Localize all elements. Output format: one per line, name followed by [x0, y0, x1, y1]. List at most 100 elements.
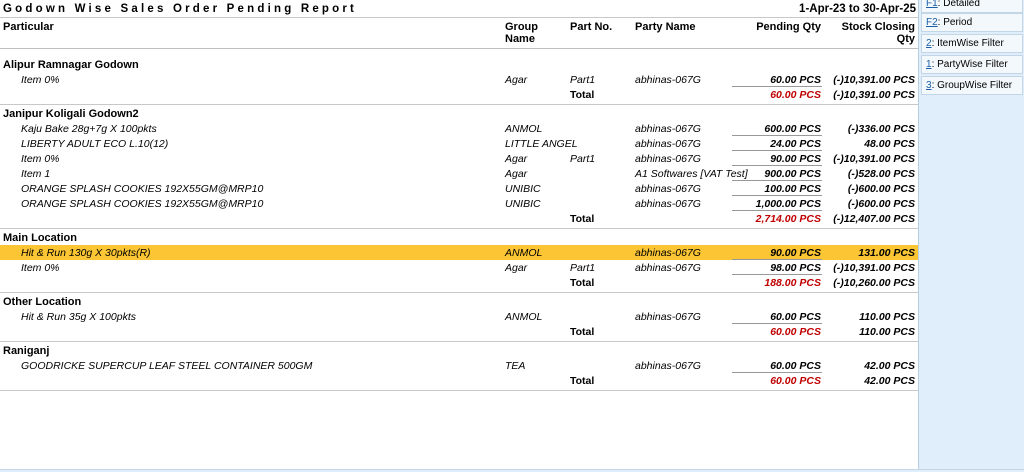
- total-label: Total: [570, 213, 595, 225]
- stock-closing-qty: (-)600.00 PCS: [847, 198, 915, 210]
- table-row[interactable]: GOODRICKE SUPERCUP LEAF STEEL CONTAINER …: [0, 358, 918, 373]
- column-header-stock-line1: Stock Closing: [841, 21, 915, 33]
- table-row[interactable]: Hit & Run 35g X 100pkts ANMOL abhinas-067G…: [0, 309, 918, 324]
- report-title-bar: Godown Wise Sales Order Pending Report 1…: [0, 0, 918, 18]
- pending-qty: 24.00 PCS: [770, 138, 821, 150]
- total-stock-closing-qty: 42.00 PCS: [864, 375, 915, 387]
- total-pending-qty: 60.00 PCS: [770, 326, 821, 338]
- total-pending-qty: 60.00 PCS: [770, 89, 821, 101]
- side-button-groupwisefilter[interactable]: 3: GroupWise Filter: [921, 76, 1023, 95]
- column-header-party-name: Party Name: [635, 21, 696, 33]
- table-row[interactable]: Item 0% Agar Part1 abhinas-067G 90.00 PCS (-)…: [0, 151, 918, 166]
- godown-name: Raniganj: [3, 345, 50, 357]
- button-label: : GroupWise Filter: [931, 80, 1013, 91]
- column-header-stock-closing: Stock Closing Qty: [842, 21, 915, 45]
- part-number: Part1: [570, 262, 596, 274]
- total-pending-qty: 2,714.00 PCS: [755, 213, 821, 225]
- group-name: Agar: [505, 168, 528, 180]
- party-name: abhinas-067G: [635, 153, 701, 165]
- group-name: TEA: [505, 360, 526, 372]
- stock-closing-qty: (-)528.00 PCS: [847, 168, 915, 180]
- column-header-particular: Particular: [3, 21, 54, 33]
- party-name: abhinas-067G: [635, 198, 701, 210]
- column-header-part-no: Part No.: [570, 21, 613, 33]
- button-panel: F1: Detailed F2: Period 2: ItemWise Filter…: [918, 0, 1024, 472]
- item-name: Kaju Bake 28g+7g X 100pkts: [21, 123, 157, 135]
- item-name: Item 0%: [21, 153, 60, 165]
- report-title: Godown Wise Sales Order Pending Report: [3, 3, 358, 15]
- pending-qty: 60.00 PCS: [770, 360, 821, 372]
- pending-qty: 900.00 PCS: [764, 168, 821, 180]
- group-name: UNIBIC: [505, 198, 541, 210]
- godown-name: Other Location: [3, 296, 82, 308]
- party-name: abhinas-067G: [635, 247, 701, 259]
- total-row: Total 60.00 PCS 110.00 PCS: [0, 324, 918, 339]
- item-name: Hit & Run 35g X 100pkts: [21, 311, 136, 323]
- table-row[interactable]: Item 0% Agar Part1 abhinas-067G 60.00 PCS (-)…: [0, 72, 918, 87]
- group-name: Agar: [505, 262, 528, 274]
- table-row[interactable]: ORANGE SPLASH COOKIES 192X55GM@MRP10 UNIB…: [0, 196, 918, 211]
- period-range[interactable]: 1-Apr-23 to 30-Apr-25: [799, 3, 916, 15]
- total-label: Total: [570, 89, 595, 101]
- table-row[interactable]: ORANGE SPLASH COOKIES 192X55GM@MRP10 UNIB…: [0, 181, 918, 196]
- total-stock-closing-qty: (-)10,391.00 PCS: [833, 89, 915, 101]
- stock-closing-qty: (-)10,391.00 PCS: [833, 153, 915, 165]
- report-area: Godown Wise Sales Order Pending Report 1…: [0, 0, 918, 472]
- pending-qty: 60.00 PCS: [770, 74, 821, 86]
- group-name: LITTLE ANGEL: [505, 138, 578, 150]
- stock-closing-qty: 42.00 PCS: [864, 360, 915, 372]
- side-button-partywisefilter[interactable]: 1: PartyWise Filter: [921, 55, 1023, 74]
- item-name: Item 0%: [21, 262, 60, 274]
- table-row[interactable]: Item 1 Agar A1 Softwares [VAT Test] 900.00 …: [0, 166, 918, 181]
- pending-qty: 100.00 PCS: [764, 183, 821, 195]
- pending-qty: 90.00 PCS: [770, 153, 821, 165]
- pending-qty: 98.00 PCS: [770, 262, 821, 274]
- stock-closing-qty: 110.00 PCS: [859, 311, 915, 323]
- group-name: Agar: [505, 153, 528, 165]
- part-number: Part1: [570, 153, 596, 165]
- group-name: ANMOL: [505, 311, 543, 323]
- item-name: Item 1: [21, 168, 51, 180]
- godown-divider: [0, 292, 918, 293]
- party-name: abhinas-067G: [635, 311, 701, 323]
- group-name: Agar: [505, 74, 528, 86]
- item-name: Hit & Run 130g X 30pkts(R): [21, 247, 151, 259]
- godown-divider: [0, 104, 918, 105]
- header-divider: [0, 48, 918, 49]
- group-name: ANMOL: [505, 247, 543, 259]
- column-header-stock-line2: Qty: [896, 33, 915, 45]
- stock-closing-qty: (-)10,391.00 PCS: [833, 262, 915, 274]
- side-button-itemwisefilter[interactable]: 2: ItemWise Filter: [921, 34, 1023, 53]
- godown-name: Alipur Ramnagar Godown: [3, 59, 139, 71]
- total-pending-qty: 60.00 PCS: [770, 375, 821, 387]
- godown-name: Main Location: [3, 232, 77, 244]
- godown-name: Janipur Koligali Godown2: [3, 108, 139, 120]
- godown-divider: [0, 228, 918, 229]
- part-number: Part1: [570, 74, 596, 86]
- side-button-period[interactable]: F2: Period: [921, 13, 1023, 32]
- table-row[interactable]: Item 0% Agar Part1 abhinas-067G 98.00 PCS (-)…: [0, 260, 918, 275]
- shortcut-key: F2: [926, 17, 938, 28]
- total-stock-closing-qty: 110.00 PCS: [859, 326, 915, 338]
- table-row[interactable]: Hit & Run 130g X 30pkts(R) ANMOL abhinas-0…: [0, 245, 918, 260]
- table-row[interactable]: Kaju Bake 28g+7g X 100pkts ANMOL abhinas-0…: [0, 121, 918, 136]
- party-name: abhinas-067G: [635, 360, 701, 372]
- total-pending-qty: 188.00 PCS: [764, 277, 821, 289]
- total-stock-closing-qty: (-)10,260.00 PCS: [833, 277, 915, 289]
- table-row[interactable]: LIBERTY ADULT ECO L.10(12) LITTLE ANGEL ab…: [0, 136, 918, 151]
- stock-closing-qty: 48.00 PCS: [864, 138, 915, 150]
- party-name: abhinas-067G: [635, 74, 701, 86]
- total-label: Total: [570, 277, 595, 289]
- stock-closing-qty: 131.00 PCS: [858, 247, 915, 259]
- total-label: Total: [570, 326, 595, 338]
- side-button-detailed[interactable]: F1: Detailed: [921, 0, 1023, 13]
- party-name: A1 Softwares [VAT Test]: [635, 168, 748, 180]
- column-header-pending-qty: Pending Qty: [756, 21, 821, 33]
- item-name: Item 0%: [21, 74, 60, 86]
- total-row: Total 60.00 PCS 42.00 PCS: [0, 373, 918, 388]
- pending-qty: 60.00 PCS: [770, 311, 821, 323]
- column-header-group-line1: Group: [505, 21, 538, 33]
- stock-closing-qty: (-)600.00 PCS: [847, 183, 915, 195]
- total-row: Total 60.00 PCS (-)10,391.00 PCS: [0, 87, 918, 102]
- group-name: ANMOL: [505, 123, 543, 135]
